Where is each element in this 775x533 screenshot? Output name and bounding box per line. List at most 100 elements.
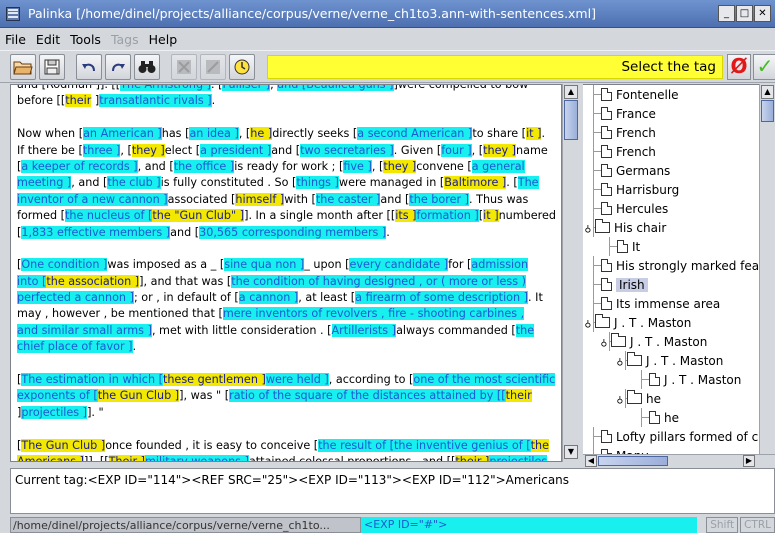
tree-scroll-left-arrow[interactable]: ◀ — [585, 455, 597, 467]
tagged-span[interactable]: admission — [471, 258, 529, 272]
link-button[interactable] — [200, 53, 226, 80]
tagged-span[interactable]: two secretaries ] — [300, 143, 394, 157]
timer-button[interactable] — [229, 53, 255, 80]
tree-node[interactable]: he — [649, 408, 679, 427]
maximize-button[interactable]: □ — [736, 5, 753, 22]
tree-vertical-scrollbar[interactable]: ▲ — [759, 84, 775, 454]
tagged-span[interactable]: the inventive genius of [ — [394, 438, 531, 452]
tagged-span[interactable]: the borer ] — [409, 192, 469, 206]
embedded-tag-span[interactable]: the Gun Club ] — [97, 389, 180, 403]
tagged-span[interactable]: inventor of a new cannon ] — [17, 192, 168, 206]
tagged-span[interactable]: transatlantic rivals ] — [99, 94, 212, 108]
tagged-span[interactable]: every candidate ] — [349, 258, 449, 272]
annotated-text-pane[interactable]: and [Rodman ]]. [[The Armstrong ]. [Pall… — [10, 84, 562, 462]
redo-button[interactable] — [105, 53, 131, 80]
embedded-tag-span[interactable]: they ] — [131, 143, 165, 157]
expand-toggle-icon[interactable]: ⚲ — [615, 394, 625, 404]
tagged-span[interactable]: Palliser ] — [222, 85, 271, 91]
open-button[interactable] — [10, 53, 36, 80]
embedded-tag-span[interactable]: the "Gun Club" ] — [152, 209, 245, 223]
tagged-span[interactable]: a second American ] — [357, 127, 473, 141]
expand-toggle-icon[interactable]: ⚲ — [583, 318, 593, 328]
tagged-span[interactable]: three ] — [82, 143, 121, 157]
tagged-span[interactable]: and [Beaulieu guns ] — [277, 85, 394, 91]
tree-node[interactable]: French — [601, 123, 656, 142]
tree-node[interactable]: J . T . Maston — [649, 370, 741, 389]
tree-hscroll-thumb[interactable] — [598, 456, 668, 466]
embedded-tag-span[interactable]: its ] — [395, 209, 417, 223]
tree-node[interactable]: Irish — [601, 275, 648, 294]
tagged-span[interactable]: exponents of [ — [17, 389, 98, 403]
embedded-tag-span[interactable]: Baltimore ] — [444, 176, 507, 190]
annotated-text[interactable]: and [Rodman ]]. [[The Armstrong ]. [Pall… — [17, 85, 559, 461]
tagged-span[interactable]: a president ] — [200, 143, 272, 157]
minimize-button[interactable]: _ — [718, 5, 735, 22]
menu-help[interactable]: Help — [144, 32, 183, 47]
embedded-tag-span[interactable]: the — [530, 438, 550, 452]
embedded-tag-span[interactable]: their ] — [455, 454, 490, 461]
embedded-tag-span[interactable]: Their ] — [108, 454, 146, 461]
tagged-span[interactable]: the caster ] — [315, 192, 381, 206]
app-menu-icon[interactable] — [6, 6, 20, 21]
tagged-span[interactable]: formation ] — [416, 209, 479, 223]
tagged-span[interactable]: a cannon ] — [238, 291, 299, 305]
tree-node[interactable]: His strongly marked featu — [601, 256, 771, 275]
save-button[interactable] — [39, 53, 65, 80]
embedded-tag-span[interactable]: it ] — [526, 127, 542, 141]
tagged-span[interactable]: military weapons ] — [145, 454, 249, 461]
tagged-span[interactable]: the — [515, 323, 535, 337]
scroll-thumb[interactable] — [564, 100, 578, 140]
tree-node[interactable]: ⚲ J . T . Maston — [599, 332, 707, 351]
embedded-tag-span[interactable]: their — [65, 94, 92, 108]
tree-scroll-up-arrow[interactable]: ▲ — [761, 85, 774, 99]
cancel-tag-button[interactable]: Ø — [727, 54, 751, 80]
tagged-span[interactable]: the club ] — [107, 176, 161, 190]
embedded-tag-span[interactable]: these gentlemen ] — [162, 373, 266, 387]
menu-tools[interactable]: Tools — [65, 32, 106, 47]
tagged-span[interactable]: chief place of favor ] — [17, 340, 133, 354]
tree-node[interactable]: Its immense area — [601, 294, 720, 313]
tagged-span[interactable]: four ] — [441, 143, 472, 157]
embedded-tag-span[interactable]: he ] — [250, 127, 273, 141]
tagged-span[interactable]: ratio of the square of the distances att… — [229, 389, 506, 403]
tagged-span[interactable]: mere inventors of revolvers , fire - sho… — [222, 307, 525, 321]
menu-tags[interactable]: Tags — [106, 32, 144, 47]
tree-node[interactable]: It — [617, 237, 640, 256]
tree-node[interactable]: Germans — [601, 161, 670, 180]
embedded-tag-span[interactable]: it ] — [483, 209, 499, 223]
embedded-tag-span[interactable]: Americans ] — [17, 454, 84, 461]
tagged-span[interactable]: projectiles ] — [21, 405, 88, 419]
tagged-span[interactable]: an idea ] — [189, 127, 239, 141]
tagged-span[interactable]: The Armstrong ] — [120, 85, 211, 91]
find-button[interactable] — [134, 53, 160, 80]
tree-horizontal-scrollbar[interactable]: ◀ ▶ — [583, 454, 775, 467]
expand-toggle-icon[interactable]: ⚲ — [583, 223, 593, 233]
tree-node[interactable]: French — [601, 142, 656, 161]
tree-node[interactable]: ⚲ His chair — [583, 218, 666, 237]
tree-scroll-right-arrow[interactable]: ▶ — [743, 455, 755, 467]
embedded-tag-span[interactable]: The Gun Club ] — [21, 438, 106, 452]
tagged-span[interactable]: 30,565 corresponding members ] — [199, 225, 387, 239]
text-vertical-scrollbar[interactable]: ▲ ▼ — [562, 84, 580, 462]
tagged-span[interactable]: and similar small arms ] — [17, 323, 152, 337]
tagged-span[interactable]: perfected a cannon ] — [17, 291, 134, 305]
tagged-span[interactable]: into [ — [17, 274, 47, 288]
tagged-span[interactable]: an American ] — [83, 127, 162, 141]
tree-node[interactable]: Fontenelle — [601, 85, 679, 104]
tag-selection-prompt[interactable]: Select the tag — [267, 55, 723, 79]
tagged-span[interactable]: 1,833 effective members ] — [21, 225, 171, 239]
tagged-span[interactable]: a firearm of some description ] — [355, 291, 529, 305]
confirm-tag-button[interactable]: ✓ — [753, 54, 775, 80]
tagged-span[interactable]: a general — [471, 159, 525, 173]
tagged-span[interactable]: things ] — [296, 176, 339, 190]
expand-toggle-icon[interactable]: ⚲ — [599, 337, 609, 347]
tree-node[interactable]: ⚲ J . T . Maston — [615, 351, 723, 370]
scroll-down-arrow[interactable]: ▼ — [564, 445, 578, 459]
undo-button[interactable] — [76, 53, 102, 80]
embedded-tag-span[interactable]: they ] — [483, 143, 516, 157]
tree-node[interactable]: Harrisburg — [601, 180, 679, 199]
embedded-tag-span[interactable]: himself ] — [235, 192, 285, 206]
tagged-span[interactable]: the office ] — [173, 159, 235, 173]
tagged-span[interactable]: the nucleus of [ — [65, 209, 153, 223]
tagged-span[interactable]: projectiles — [489, 454, 548, 461]
